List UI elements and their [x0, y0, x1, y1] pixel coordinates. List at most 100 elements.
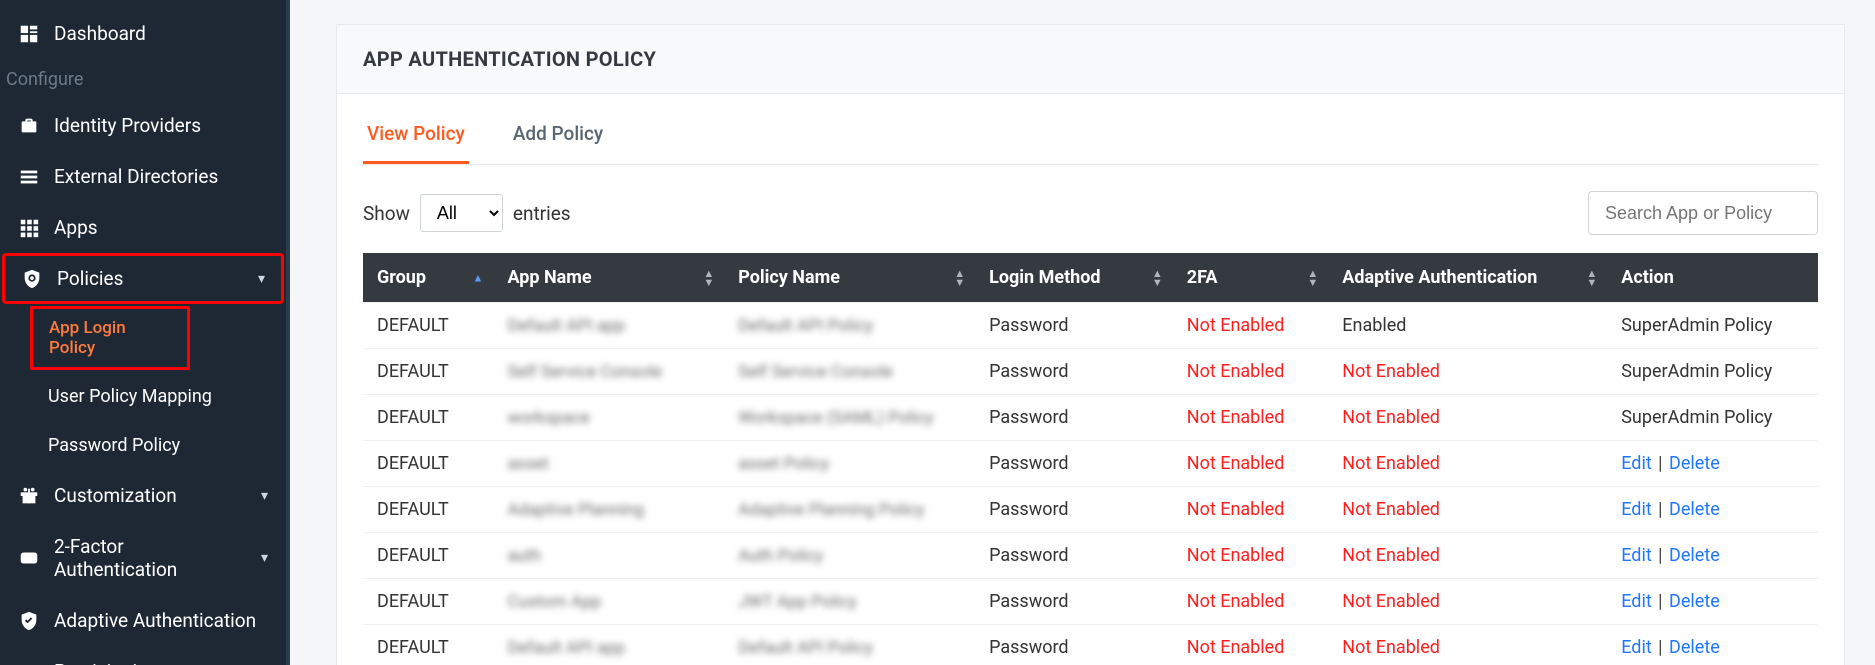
nav-password-policy[interactable]: Password Policy [0, 421, 286, 470]
blurred-text: asset Policy [738, 454, 829, 474]
blurred-text: Adaptive Planning [507, 500, 643, 520]
cell-app-name: Default API app [493, 303, 724, 349]
col-policy-name[interactable]: Policy Name ▲▼ [724, 253, 975, 303]
col-action[interactable]: Action [1607, 253, 1818, 303]
entries-select[interactable]: All [420, 194, 503, 232]
cell-2fa: Not Enabled [1173, 441, 1329, 487]
nav-dashboard[interactable]: Dashboard [0, 8, 286, 59]
status-adaptive: Not Enabled [1342, 453, 1440, 474]
sort-icon: ▲▼ [1307, 269, 1318, 287]
blurred-text: Auth Policy [738, 546, 823, 566]
blurred-text: Adaptive Planning Policy [738, 500, 924, 520]
delete-link[interactable]: Delete [1669, 591, 1720, 612]
blurred-text: Workspace (SAML) Policy [738, 408, 933, 428]
nav-apps[interactable]: Apps [0, 202, 286, 253]
status-adaptive: Not Enabled [1342, 591, 1440, 612]
grid-icon [18, 217, 40, 239]
cell-group: DEFAULT [363, 533, 493, 579]
tab-view-policy[interactable]: View Policy [363, 122, 469, 164]
delete-link[interactable]: Delete [1669, 453, 1720, 474]
cell-action: Edit | Delete [1607, 533, 1818, 579]
delete-link[interactable]: Delete [1669, 545, 1720, 566]
search-input[interactable] [1588, 191, 1818, 235]
nav-user-policy-mapping[interactable]: User Policy Mapping [0, 372, 286, 421]
status-2fa: Not Enabled [1187, 315, 1285, 336]
cell-group: DEFAULT [363, 303, 493, 349]
blurred-text: Self Service Console [507, 362, 662, 382]
edit-link[interactable]: Edit [1621, 545, 1651, 566]
edit-link[interactable]: Edit [1621, 591, 1651, 612]
two-factor-icon [18, 547, 40, 569]
cell-policy-name: Self Service Console [724, 349, 975, 395]
tab-add-policy[interactable]: Add Policy [509, 122, 607, 164]
nav-identity-providers[interactable]: Identity Providers [0, 100, 286, 151]
action-text: SuperAdmin Policy [1621, 407, 1772, 428]
sidebar: Dashboard Configure Identity Providers E… [0, 0, 290, 665]
delete-link[interactable]: Delete [1669, 637, 1720, 658]
status-2fa: Not Enabled [1187, 545, 1285, 566]
col-adaptive[interactable]: Adaptive Authentication ▲▼ [1328, 253, 1607, 303]
panel-title: APP AUTHENTICATION POLICY [337, 25, 1844, 94]
nav-password-policy-label: Password Policy [48, 435, 180, 456]
cell-group: DEFAULT [363, 395, 493, 441]
edit-link[interactable]: Edit [1621, 453, 1651, 474]
panel: APP AUTHENTICATION POLICY View Policy Ad… [336, 24, 1845, 665]
edit-link[interactable]: Edit [1621, 499, 1651, 520]
edit-link[interactable]: Edit [1621, 637, 1651, 658]
briefcase-icon [18, 115, 40, 137]
nav-provisioning[interactable]: Provisioning [0, 646, 286, 665]
users-icon [18, 661, 40, 665]
nav-app-login-policy[interactable]: App Login Policy [30, 306, 190, 370]
nav-external-directories[interactable]: External Directories [0, 151, 286, 202]
cell-adaptive: Not Enabled [1328, 579, 1607, 625]
status-2fa: Not Enabled [1187, 637, 1285, 658]
col-login-method[interactable]: Login Method ▲▼ [975, 253, 1173, 303]
nav-two-factor[interactable]: 2-Factor Authentication ▾ [0, 521, 286, 595]
cell-policy-name: asset Policy [724, 441, 975, 487]
col-app-name[interactable]: App Name ▲▼ [493, 253, 724, 303]
cell-action: SuperAdmin Policy [1607, 395, 1818, 441]
nav-app-login-policy-label: App Login Policy [49, 318, 175, 358]
delete-link[interactable]: Delete [1669, 499, 1720, 520]
cell-policy-name: JWT App Policy [724, 579, 975, 625]
col-policy-name-label: Policy Name [738, 267, 840, 288]
table-row: DEFAULTworkspaceWorkspace (SAML) PolicyP… [363, 395, 1818, 441]
cell-login-method: Password [975, 349, 1173, 395]
col-app-name-label: App Name [507, 267, 591, 288]
nav-policies[interactable]: Policies ▾ [2, 253, 284, 304]
col-login-method-label: Login Method [989, 267, 1100, 288]
col-group-label: Group [377, 267, 426, 288]
cell-policy-name: Adaptive Planning Policy [724, 487, 975, 533]
entries-label: entries [513, 202, 571, 225]
blurred-text: Default API app [507, 316, 625, 336]
nav-external-directories-label: External Directories [54, 165, 218, 188]
col-2fa-label: 2FA [1187, 267, 1218, 288]
nav-adaptive-auth[interactable]: Adaptive Authentication [0, 595, 286, 646]
cell-login-method: Password [975, 625, 1173, 665]
nav-identity-providers-label: Identity Providers [54, 114, 201, 137]
cell-2fa: Not Enabled [1173, 533, 1329, 579]
col-2fa[interactable]: 2FA ▲▼ [1173, 253, 1329, 303]
cell-group: DEFAULT [363, 487, 493, 533]
cell-adaptive: Not Enabled [1328, 395, 1607, 441]
status-adaptive: Enabled [1342, 315, 1406, 336]
col-group[interactable]: Group ▲ [363, 253, 493, 303]
col-action-label: Action [1621, 267, 1674, 288]
cell-login-method: Password [975, 303, 1173, 349]
cell-login-method: Password [975, 395, 1173, 441]
nav-apps-label: Apps [54, 216, 98, 239]
cell-2fa: Not Enabled [1173, 579, 1329, 625]
nav-customization[interactable]: Customization ▾ [0, 470, 286, 521]
section-configure: Configure [0, 59, 286, 100]
gift-icon [18, 485, 40, 507]
separator: | [1652, 637, 1669, 658]
sort-icon: ▲ [473, 273, 484, 282]
action-text: SuperAdmin Policy [1621, 315, 1772, 336]
status-2fa: Not Enabled [1187, 361, 1285, 382]
cell-group: DEFAULT [363, 579, 493, 625]
cell-policy-name: Workspace (SAML) Policy [724, 395, 975, 441]
cell-group: DEFAULT [363, 625, 493, 665]
cell-app-name: Adaptive Planning [493, 487, 724, 533]
cell-app-name: asset [493, 441, 724, 487]
status-adaptive: Not Enabled [1342, 499, 1440, 520]
